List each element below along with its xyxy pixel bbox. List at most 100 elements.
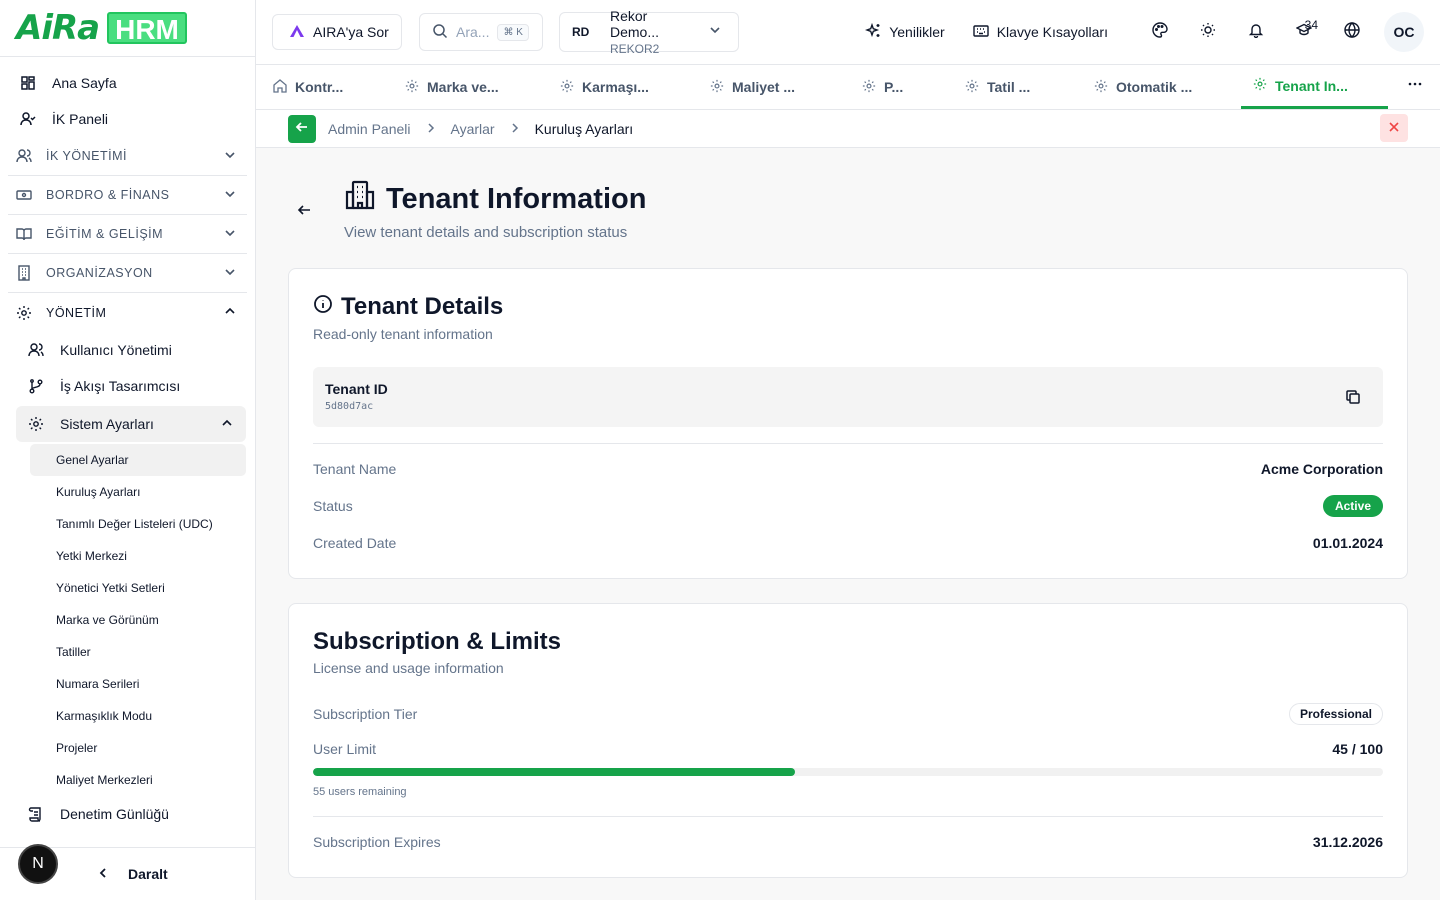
palette-icon: [1152, 21, 1168, 43]
search-input[interactable]: Ara... ⌘ K: [419, 13, 543, 51]
notifications-button[interactable]: [1232, 8, 1280, 56]
sidebar-item-audit-log[interactable]: Denetim Günlüğü: [0, 796, 255, 832]
breadcrumb-settings[interactable]: Ayarlar: [451, 121, 495, 137]
whats-new-button[interactable]: Yenilikler: [865, 22, 945, 42]
sun-icon: [1200, 22, 1216, 43]
leaf-brand-appearance[interactable]: Marka ve Görünüm: [30, 604, 255, 636]
system-settings-list: Genel Ayarlar Kuruluş Ayarları Tanımlı D…: [30, 444, 255, 796]
arrow-left-icon: [296, 205, 312, 222]
training-button[interactable]: 34: [1280, 8, 1328, 56]
breadcrumb-admin-panel[interactable]: Admin Paneli: [328, 121, 411, 137]
gear-icon: [405, 79, 419, 96]
leaf-general-settings[interactable]: Genel Ayarlar: [30, 444, 246, 476]
tab-complexity[interactable]: Karmaşı...: [560, 65, 649, 109]
keyboard-shortcuts-button[interactable]: Klavye Kısayolları: [973, 23, 1108, 42]
top-actions: Yenilikler Klavye Kısayolları 34 OC: [865, 0, 1440, 64]
ask-aira-button[interactable]: AIRA'ya Sor: [272, 14, 402, 50]
training-count: 34: [1304, 18, 1318, 32]
gear-icon: [1253, 77, 1267, 94]
tab-label: Otomatik ...: [1116, 79, 1193, 95]
section-management[interactable]: YÖNETİM: [8, 293, 247, 332]
copy-icon: [1345, 390, 1361, 409]
leaf-organization-settings[interactable]: Kuruluş Ayarları: [30, 476, 255, 508]
sidebar-item-home[interactable]: Ana Sayfa: [0, 65, 255, 101]
section-label: BORDRO & FİNANS: [46, 188, 170, 202]
brand-logo[interactable]: AiRa HRM: [0, 0, 255, 57]
gear-icon: [862, 79, 876, 96]
tenant-switcher[interactable]: RD Rekor Demo... REKOR2: [559, 8, 739, 56]
sidebar-footer: N Daralt: [0, 844, 255, 900]
tab-brand[interactable]: Marka ve...: [405, 65, 499, 109]
card-subtitle: Read-only tenant information: [313, 326, 493, 342]
tab-holidays[interactable]: Tatil ...: [965, 65, 1030, 109]
tab-tenant-info[interactable]: Tenant In...: [1241, 65, 1388, 109]
gear-icon: [965, 79, 979, 96]
globe-icon: [1344, 21, 1360, 43]
leaf-permission-center[interactable]: Yetki Merkezi: [30, 540, 255, 572]
light-mode-button[interactable]: [1184, 8, 1232, 56]
user-limit-value: 45 / 100: [1332, 741, 1383, 757]
tenant-details-card: Tenant Details Read-only tenant informat…: [288, 268, 1408, 579]
user-limit-row: User Limit 45 / 100: [313, 741, 1383, 757]
tenant-initials: RD: [572, 25, 590, 39]
subscription-card: Subscription & Limits License and usage …: [288, 603, 1408, 878]
sidebar-item-label: İK Paneli: [52, 111, 109, 127]
back-button[interactable]: [296, 202, 312, 223]
language-button[interactable]: [1328, 8, 1376, 56]
more-tabs-button[interactable]: [1408, 77, 1422, 96]
subscription-tier-row: Subscription Tier Professional: [313, 703, 1383, 725]
section-hr-management[interactable]: İK YÖNETİMİ: [8, 137, 247, 176]
next-badge[interactable]: N: [18, 844, 58, 884]
leaf-complexity-mode[interactable]: Karmaşıklık Modu: [30, 700, 255, 732]
user-limit-label: User Limit: [313, 741, 377, 757]
dashboard-icon: [21, 76, 35, 90]
leaf-holidays[interactable]: Tatiller: [30, 636, 255, 668]
leaf-admin-permission-sets[interactable]: Yönetici Yetki Setleri: [30, 572, 255, 604]
leaf-number-series[interactable]: Numara Serileri: [30, 668, 255, 700]
gear-icon: [17, 305, 31, 320]
user-limit-progress-fill: [313, 768, 795, 776]
theme-palette-button[interactable]: [1136, 8, 1184, 56]
chevron-up-icon: [220, 416, 234, 433]
search-icon: [432, 23, 448, 42]
sidebar-item-label: Denetim Günlüğü: [60, 806, 169, 822]
subscription-tier-label: Subscription Tier: [313, 706, 418, 722]
subscription-expires-label: Subscription Expires: [313, 834, 441, 850]
sidebar-item-workflow-designer[interactable]: İş Akışı Tasarımcısı: [0, 368, 255, 404]
chevron-down-icon: [223, 187, 237, 204]
status-row: Status Active: [313, 495, 1383, 517]
section-label: ORGANİZASYON: [46, 266, 153, 280]
copy-button[interactable]: [1345, 389, 1361, 410]
sidebar: AiRa HRM Ana Sayfa İK Paneli İK YÖNETİMİ…: [0, 0, 256, 900]
collapse-button[interactable]: Daralt: [96, 866, 168, 883]
avatar[interactable]: OC: [1384, 12, 1424, 52]
tab-dashboard[interactable]: Kontr...: [273, 65, 343, 109]
book-open-icon: [16, 228, 32, 241]
tab-label: Kontr...: [295, 79, 344, 95]
leaf-udc[interactable]: Tanımlı Değer Listeleri (UDC): [30, 508, 255, 540]
leaf-projects[interactable]: Projeler: [30, 732, 255, 764]
sidebar-item-hr-panel[interactable]: İK Paneli: [0, 101, 255, 137]
section-training-development[interactable]: EĞİTİM & GELİŞİM: [8, 215, 247, 254]
chevron-right-icon: [423, 121, 439, 137]
breadcrumb-back-button[interactable]: [288, 114, 316, 143]
page-subtitle: View tenant details and subscription sta…: [344, 224, 628, 241]
tab-automatic[interactable]: Otomatik ...: [1094, 65, 1192, 109]
tab-cost[interactable]: Maliyet ...: [710, 65, 795, 109]
tab-label: Tatil ...: [987, 79, 1031, 95]
building-icon: [18, 265, 30, 281]
tab-bar: Kontr... Marka ve... Karmaşı... Maliyet …: [256, 65, 1440, 110]
building-icon: [344, 180, 376, 218]
chevron-down-icon: [223, 226, 237, 243]
leaf-cost-centers[interactable]: Maliyet Merkezleri: [30, 764, 255, 796]
tab-projects[interactable]: P...: [862, 65, 903, 109]
close-tab-button[interactable]: [1380, 114, 1408, 142]
sidebar-item-system-settings[interactable]: Sistem Ayarları: [16, 406, 246, 442]
section-payroll-finance[interactable]: BORDRO & FİNANS: [8, 176, 247, 215]
users-remaining: 55 users remaining: [313, 786, 407, 798]
search-shortcut: ⌘ K: [497, 23, 529, 41]
sidebar-item-user-management[interactable]: Kullanıcı Yönetimi: [0, 332, 255, 368]
home-icon: [273, 78, 287, 96]
chevron-right-icon: [507, 121, 523, 137]
section-organization[interactable]: ORGANİZASYON: [8, 254, 247, 293]
